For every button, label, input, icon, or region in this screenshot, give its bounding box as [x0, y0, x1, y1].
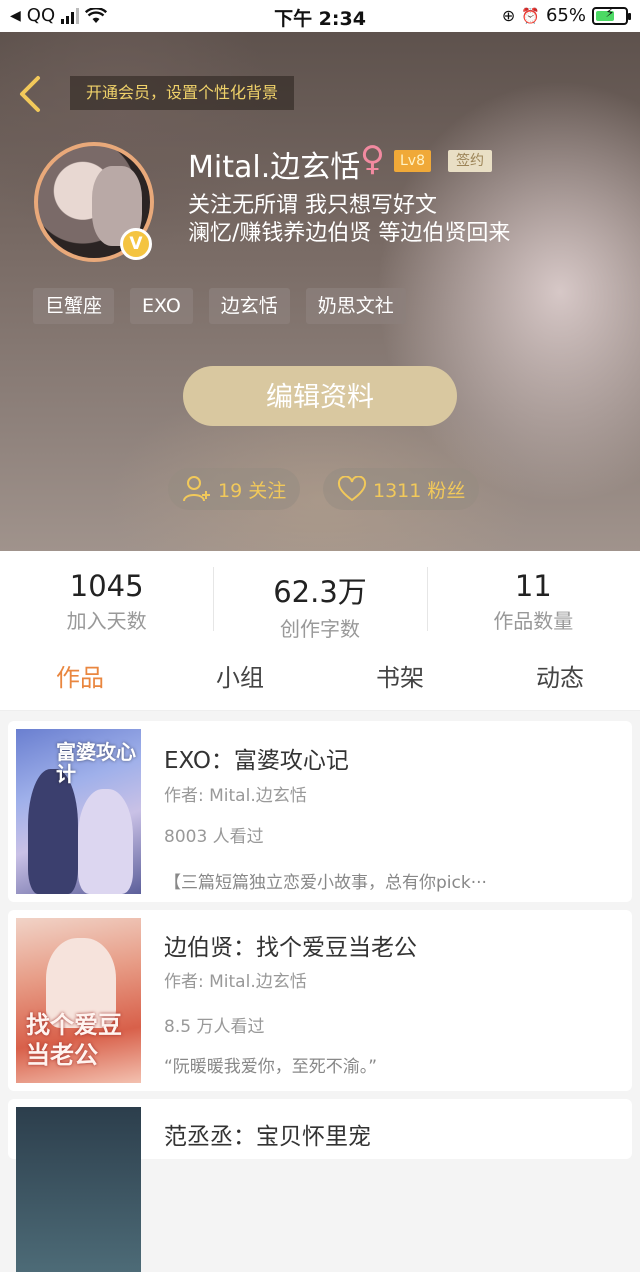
stat-value: 1045	[69, 569, 144, 603]
fans-button[interactable]: 1311 粉丝	[323, 468, 480, 510]
bio-line-2: 澜忆/赚钱养边伯贤 等边伯贤回来	[188, 221, 511, 246]
username: Mital.边玄恬	[188, 150, 361, 185]
cover-title: 找个爱豆当老公	[26, 1011, 122, 1069]
verified-badge-icon: V	[120, 228, 152, 260]
alarm-icon: ⏰	[521, 6, 540, 25]
cover-title: 富婆攻心计	[56, 740, 136, 786]
stat-works-count: 11 作品数量	[426, 551, 640, 649]
tab-bookshelf[interactable]: 书架	[320, 649, 480, 710]
list-item[interactable]: 找个爱豆当老公 边伯贤：找个爱豆当老公 作者: Mital.边玄恬 8.5 万人…	[8, 910, 632, 1091]
stat-label: 创作字数	[279, 617, 360, 641]
work-description: “阮暖暖我爱你，至死不渝。”	[164, 1057, 378, 1077]
stat-word-count: 62.3万 创作字数	[213, 551, 426, 649]
tab-activity[interactable]: 动态	[480, 649, 640, 710]
stat-join-days: 1045 加入天数	[0, 551, 213, 649]
back-arrow-icon[interactable]	[16, 74, 46, 114]
work-author: 作者: Mital.边玄恬	[164, 786, 307, 806]
book-cover[interactable]	[16, 1107, 141, 1272]
list-item[interactable]: 富婆攻心计 EXO：富婆攻心记 作者: Mital.边玄恬 8003 人看过 【…	[8, 721, 632, 902]
battery-percent: 65%	[545, 5, 586, 26]
tag[interactable]: EXO	[130, 288, 193, 324]
list-item[interactable]: 范丞丞：宝贝怀里宠	[8, 1099, 632, 1272]
work-title[interactable]: EXO：富婆攻心记	[164, 741, 349, 775]
work-description: 【三篇短篇独立恋爱小故事，总有你pick···	[164, 873, 487, 893]
profile-header: 开通会员，设置个性化背景 V Mital.边玄恬 ♀ Lv8 签约 关注无所谓 …	[0, 32, 640, 551]
stat-value: 11	[514, 569, 552, 603]
status-right: ⊕ ⏰ 65% ⚡	[501, 5, 631, 26]
tab-works[interactable]: 作品	[0, 649, 160, 710]
add-user-icon	[183, 476, 210, 502]
edit-profile-button[interactable]: 编辑资料	[183, 366, 457, 426]
fans-count: 1311 粉丝	[373, 479, 466, 502]
signed-author-badge: 签约	[448, 150, 492, 172]
following-count: 19 关注	[218, 479, 287, 502]
heart-icon	[337, 476, 367, 502]
stat-label: 作品数量	[493, 609, 574, 633]
female-gender-icon: ♀	[360, 139, 385, 179]
tag[interactable]: 边玄恬	[208, 288, 290, 324]
work-title[interactable]: 范丞丞：宝贝怀里宠	[164, 1117, 371, 1151]
work-views: 8003 人看过	[164, 827, 264, 847]
tab-groups[interactable]: 小组	[160, 649, 320, 710]
tag[interactable]: 巨蟹座	[33, 288, 115, 324]
tag-list: 巨蟹座 EXO 边玄恬 奶思文社	[33, 288, 406, 324]
battery-icon: ⚡	[592, 6, 631, 25]
book-cover[interactable]: 找个爱豆当老公	[16, 918, 141, 1083]
works-list: 富婆攻心计 EXO：富婆攻心记 作者: Mital.边玄恬 8003 人看过 【…	[0, 711, 640, 1272]
tag[interactable]: 奶思文社	[305, 288, 406, 324]
vip-background-banner[interactable]: 开通会员，设置个性化背景	[70, 76, 295, 110]
stats-bar: 1045 加入天数 62.3万 创作字数 11 作品数量	[0, 551, 640, 649]
work-views: 8.5 万人看过	[164, 1017, 265, 1037]
book-cover[interactable]: 富婆攻心计	[16, 729, 141, 894]
bio-line-1: 关注无所谓 我只想写好文	[188, 193, 437, 218]
tab-bar: 作品 小组 书架 动态	[0, 649, 640, 711]
stat-value: 62.3万	[273, 575, 367, 609]
work-title[interactable]: 边伯贤：找个爱豆当老公	[164, 928, 417, 962]
level-badge: Lv8	[394, 150, 431, 172]
stat-label: 加入天数	[66, 609, 147, 633]
following-button[interactable]: 19 关注	[168, 468, 301, 510]
status-bar: ◀ QQ 下午 2:34 ⊕ ⏰ 65% ⚡	[0, 0, 640, 32]
work-author: 作者: Mital.边玄恬	[164, 972, 307, 992]
bio: 关注无所谓 我只想写好文 澜忆/赚钱养边伯贤 等边伯贤回来	[188, 192, 510, 248]
rotation-lock-icon: ⊕	[501, 6, 516, 25]
